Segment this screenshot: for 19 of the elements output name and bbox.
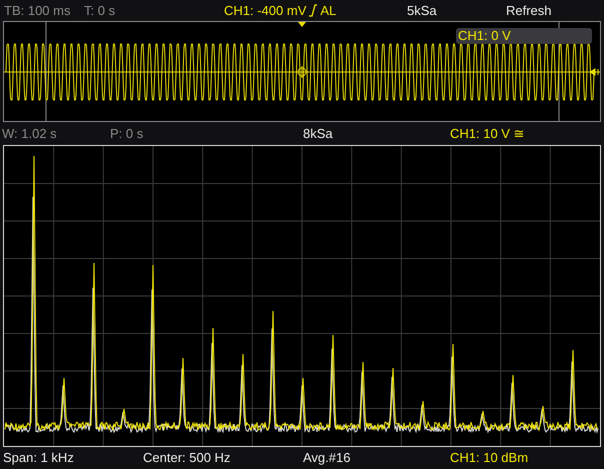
sample-rate-label: 5kSa <box>407 3 437 18</box>
trigger-level-label: CH1: -400 mV <box>224 3 306 18</box>
channel-offset-label: CH1: 0 V <box>456 28 592 44</box>
trigger-mode-label: AL <box>320 3 336 18</box>
center-frequency-label: Center: 500 Hz <box>143 450 230 465</box>
crosshair-icon <box>298 66 306 78</box>
zoom-position-label: P: 0 s <box>110 126 144 141</box>
rising-edge-icon <box>308 4 318 17</box>
span-label: Span: 1 kHz <box>3 450 74 465</box>
timebase-label: TB: 100 ms <box>4 3 70 18</box>
channel-scale-label: CH1: 10 V ≅ <box>450 126 525 141</box>
zoom-window-label: W: 1.02 s <box>2 126 57 141</box>
average-count-label: Avg.#16 <box>303 450 350 465</box>
reference-level-label: CH1: 10 dBm <box>450 450 528 465</box>
trigger-position-marker <box>298 22 306 27</box>
sample-rate-label: 8kSa <box>303 126 333 141</box>
refresh-label: Refresh <box>506 3 552 18</box>
trigger-time-label: T: 0 s <box>84 3 116 18</box>
trigger-level-marker <box>590 68 600 76</box>
